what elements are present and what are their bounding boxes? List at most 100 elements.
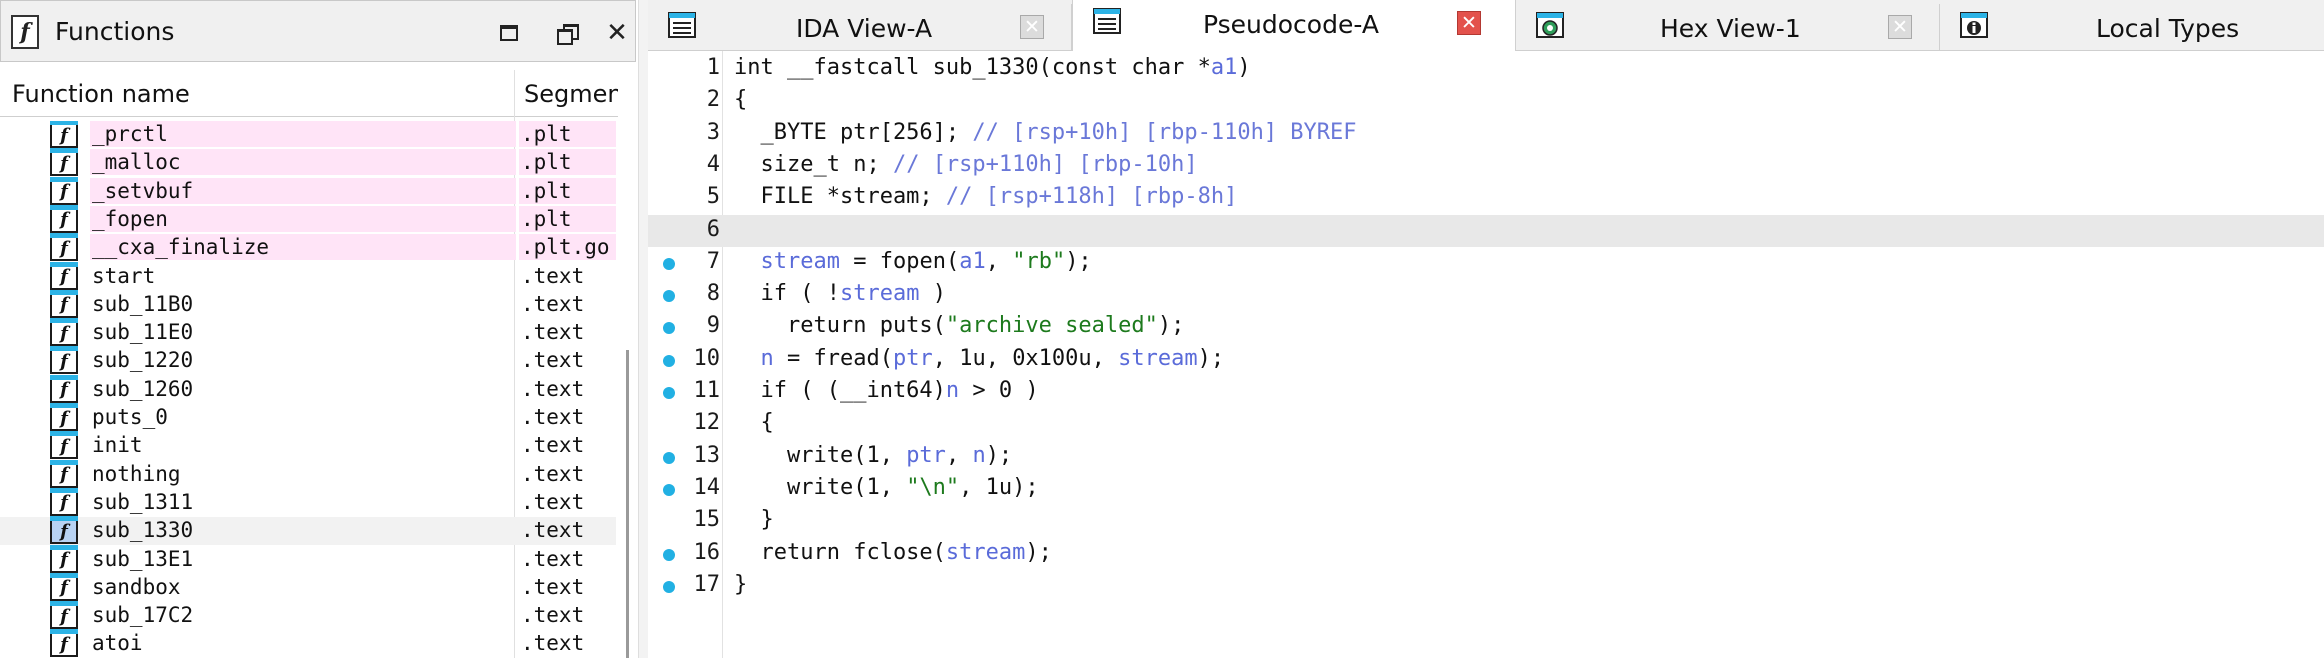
function-segment: .text [521,320,585,345]
code-line[interactable]: 12 { [648,408,2324,440]
function-segment: .text [521,631,585,656]
restore-button[interactable] [553,19,581,47]
tab-pseudocode-a[interactable]: Pseudocode-A ✕ [1072,0,1516,51]
function-segment: .plt [519,177,616,204]
code-text: if ( !stream ) [734,281,946,307]
code-text: { [734,87,748,113]
code-line[interactable]: 8 if ( !stream ) [648,279,2324,311]
tab-local-types[interactable]: Local Types [1940,4,2324,50]
function-icon: f [50,261,78,290]
function-name: sub_11B0 [92,291,194,316]
pseudocode-view[interactable]: 1 int __fastcall sub_1330(const char *a1)… [648,51,2324,658]
function-row[interactable]: f _malloc .plt [0,148,616,177]
function-name: atoi [92,631,143,656]
function-name: _prctl [90,121,516,147]
tab-label: IDA View-A [796,14,933,43]
close-tab-button[interactable]: ✕ [1020,15,1044,39]
function-row[interactable]: f sub_1330 .text [0,516,616,546]
tab-hex-view-1[interactable]: Hex View-1 ✕ [1516,4,1940,50]
breakpoint-dot-icon[interactable] [663,451,675,464]
code-line[interactable]: 1 int __fastcall sub_1330(const char *a1) [648,53,2324,85]
function-row[interactable]: f sub_11B0 .text [0,289,616,319]
breakpoint-dot-icon[interactable] [663,354,675,367]
code-line[interactable]: 17} [648,570,2324,602]
code-line[interactable]: 5 FILE *stream; // [rsp+118h] [rbp-8h] [648,182,2324,214]
code-line[interactable]: 15 } [648,505,2324,537]
function-segment: .text [521,574,585,599]
code-line[interactable]: 7 stream = fopen(a1, "rb"); [648,247,2324,279]
tab-ida-view-a[interactable]: IDA View-A ✕ [648,4,1072,50]
function-segment: .plt.go [519,234,616,261]
functions-pane: f Functions ✕ Function name Segmen f _prc… [0,0,638,658]
code-line[interactable]: 13 write(1, ptr, n); [648,441,2324,473]
function-segment: .text [521,291,585,316]
function-row[interactable]: f sandbox .text [0,572,616,602]
function-row[interactable]: f sub_1311 .text [0,487,616,517]
code-line[interactable]: 2{ [648,85,2324,117]
code-text: return fclose(stream); [734,539,1052,565]
function-name: sub_17C2 [92,603,194,628]
function-row[interactable]: f sub_1220 .text [0,346,616,375]
function-icon: f [50,601,78,630]
breakpoint-dot-icon[interactable] [663,483,675,496]
line-number: 4 [706,151,720,177]
function-segment: .text [521,348,585,373]
function-row[interactable]: f init .text [0,431,616,460]
function-segment: .plt [519,205,616,232]
code-text: { [734,410,774,436]
function-name: _malloc [90,149,516,176]
code-text: stream = fopen(a1, "rb"); [760,248,1092,274]
breakpoint-dot-icon[interactable] [663,387,675,399]
line-number: 14 [693,474,721,500]
function-row[interactable]: f __cxa_finalize .plt.go [0,233,616,262]
code-line[interactable]: 3 _BYTE ptr[256]; // [rsp+10h] [rbp-110h… [648,118,2324,150]
code-line[interactable]: 10 n = fread(ptr, 1u, 0x100u, stream); [648,344,2324,376]
code-line[interactable]: 14 write(1, "\n", 1u); [648,473,2324,505]
function-name: _fopen [90,205,516,232]
tab-label: Local Types [2096,14,2240,43]
breakpoint-dot-icon[interactable] [663,322,675,335]
function-segment: .text [521,489,585,514]
code-text: if ( (__int64)n > 0 ) [734,378,1039,403]
close-tab-button[interactable]: ✕ [1888,15,1912,39]
close-tab-button[interactable]: ✕ [1457,11,1481,35]
function-icon: f [50,289,78,318]
code-line[interactable]: 6 [648,214,2324,247]
code-line[interactable]: 4 size_t n; // [rsp+110h] [rbp-10h] [648,150,2324,182]
code-line[interactable]: 16 return fclose(stream); [648,538,2324,570]
function-name: _setvbuf [90,177,516,204]
code-line[interactable]: 9 return puts("archive sealed"); [648,311,2324,343]
function-row[interactable]: f _fopen .plt [0,204,616,234]
column-segment[interactable]: Segmen [524,80,618,108]
function-name: __cxa_finalize [90,234,516,261]
function-row[interactable]: f start .text [0,261,616,291]
maximize-button[interactable] [495,19,523,47]
functions-scrollbar[interactable] [626,350,629,658]
line-number: 1 [706,55,720,80]
function-icon: f [50,516,78,545]
restore-icon [557,24,579,45]
function-row[interactable]: f atoi .text [0,629,616,658]
line-number: 15 [693,507,721,533]
function-row[interactable]: f sub_13E1 .text [0,544,616,574]
breakpoint-dot-icon[interactable] [663,257,675,270]
function-row[interactable]: f _prctl .plt [0,121,616,149]
ida-view-icon [668,12,696,38]
function-row[interactable]: f sub_1260 .text [0,374,616,404]
function-row[interactable]: f puts_0 .text [0,403,616,432]
function-icon: f [50,346,78,375]
column-function-name[interactable]: Function name [12,80,190,108]
code-line[interactable]: 11 if ( (__int64)n > 0 ) [648,376,2324,408]
breakpoint-dot-icon[interactable] [663,290,675,303]
function-name: sub_11E0 [92,320,194,345]
function-row[interactable]: f sub_11E0 .text [0,318,616,347]
breakpoint-dot-icon[interactable] [663,580,675,593]
pseudocode-icon [1093,8,1121,34]
close-pane-button[interactable]: ✕ [603,19,631,47]
breakpoint-dot-icon[interactable] [663,548,675,561]
function-row[interactable]: f _setvbuf .plt [0,176,616,206]
function-segment: .plt [519,149,616,176]
function-row[interactable]: f nothing .text [0,459,616,489]
hex-view-icon [1536,12,1564,38]
function-row[interactable]: f sub_17C2 .text [0,601,616,630]
